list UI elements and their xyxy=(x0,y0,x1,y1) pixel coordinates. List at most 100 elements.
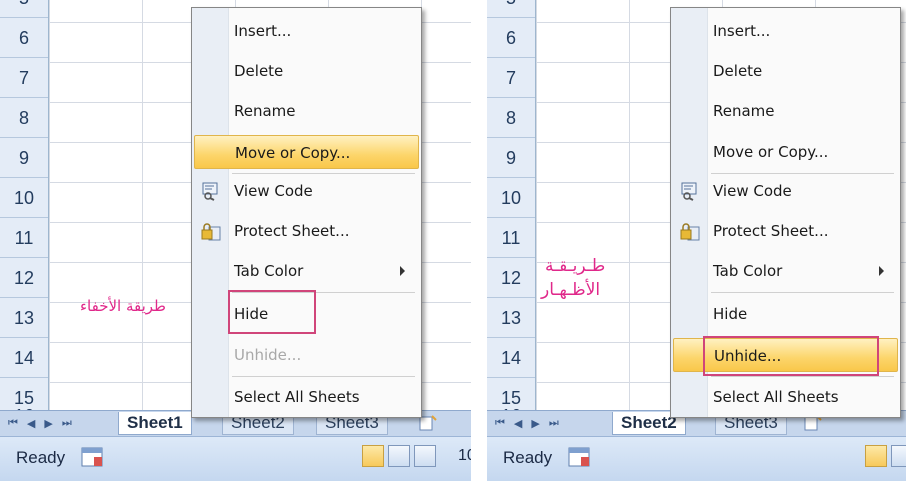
menu-label: Insert... xyxy=(234,22,292,40)
first-sheet-icon[interactable]: ⏮ xyxy=(8,416,18,430)
menu-label: Select All Sheets xyxy=(713,388,839,406)
row-header[interactable]: 10 xyxy=(487,178,535,218)
menu-label: View Code xyxy=(234,182,313,200)
submenu-arrow-icon xyxy=(400,266,405,276)
row-header[interactable]: 11 xyxy=(0,218,48,258)
row-header[interactable]: 13 xyxy=(0,298,48,338)
menu-label: Move or Copy... xyxy=(235,144,351,162)
unhide-method-annotation-line1: طـريـقـة xyxy=(545,256,606,276)
row-header[interactable]: 5 xyxy=(0,0,48,18)
menu-label: Unhide... xyxy=(234,346,302,364)
normal-view-icon[interactable] xyxy=(865,445,887,467)
menu-label: Rename xyxy=(234,102,296,120)
row-header[interactable]: 8 xyxy=(0,98,48,138)
row-header[interactable]: 6 xyxy=(0,18,48,58)
protect-sheet-icon xyxy=(680,223,700,241)
status-ready: Ready xyxy=(16,448,66,467)
last-sheet-icon[interactable]: ⏭ xyxy=(62,416,72,430)
tab-sheet1[interactable]: Sheet1 xyxy=(118,412,192,435)
unhide-highlight-box xyxy=(703,336,879,376)
menu-item-protect-sheet[interactable]: Protect Sheet... xyxy=(673,214,898,248)
row-header[interactable]: 8 xyxy=(487,98,535,138)
menu-label: Rename xyxy=(713,102,775,120)
menu-item-delete[interactable]: Delete xyxy=(194,54,419,88)
menu-label: Tab Color xyxy=(234,262,304,280)
tab-navigation: ⏮ ◀ ▶ ⏭ xyxy=(495,413,559,433)
menu-item-insert[interactable]: Insert... xyxy=(194,14,419,48)
menu-separator xyxy=(711,292,894,293)
menu-label: Move or Copy... xyxy=(713,143,829,161)
next-sheet-icon[interactable]: ▶ xyxy=(531,417,539,430)
menu-label: Insert... xyxy=(713,22,771,40)
menu-separator xyxy=(232,376,415,377)
protect-sheet-icon xyxy=(201,223,221,241)
row-header[interactable]: 7 xyxy=(0,58,48,98)
row-headers: 5 6 7 8 9 10 11 12 13 14 15 16 xyxy=(487,0,536,436)
row-header[interactable]: 6 xyxy=(487,18,535,58)
menu-item-select-all-sheets[interactable]: Select All Sheets xyxy=(194,380,419,414)
menu-item-rename[interactable]: Rename xyxy=(673,94,898,128)
row-header[interactable]: 14 xyxy=(0,338,48,378)
menu-item-move-or-copy[interactable]: Move or Copy... xyxy=(673,135,898,169)
sheet-context-menu: Insert... Delete Rename Move or Copy... … xyxy=(191,7,422,418)
menu-item-unhide: Unhide... xyxy=(194,338,419,372)
macro-record-icon[interactable] xyxy=(80,445,106,471)
menu-label: Tab Color xyxy=(713,262,783,280)
page-layout-view-icon[interactable] xyxy=(891,445,906,467)
normal-view-icon[interactable] xyxy=(362,445,384,467)
submenu-arrow-icon xyxy=(879,266,884,276)
view-code-icon xyxy=(202,182,218,201)
row-header[interactable]: 9 xyxy=(0,138,48,178)
menu-item-view-code[interactable]: View Code xyxy=(194,174,419,208)
unhide-method-annotation-line2: الأظـهـار xyxy=(541,280,601,300)
row-headers: 5 6 7 8 9 10 11 12 13 14 15 16 xyxy=(0,0,49,436)
status-bar: Ready xyxy=(487,436,906,481)
row-header[interactable]: 13 xyxy=(487,298,535,338)
last-sheet-icon[interactable]: ⏭ xyxy=(549,416,559,430)
menu-item-hide[interactable]: Hide xyxy=(673,297,898,331)
menu-item-protect-sheet[interactable]: Protect Sheet... xyxy=(194,214,419,248)
menu-label: Delete xyxy=(234,62,284,80)
menu-item-move-or-copy[interactable]: Move or Copy... xyxy=(194,135,419,169)
status-bar: Ready 10 xyxy=(0,436,471,481)
menu-label: View Code xyxy=(713,182,792,200)
menu-label: Select All Sheets xyxy=(234,388,360,406)
menu-item-select-all-sheets[interactable]: Select All Sheets xyxy=(673,380,898,414)
page-layout-view-icon[interactable] xyxy=(388,445,410,467)
page-break-view-icon[interactable] xyxy=(414,445,436,467)
left-screenshot: 5 6 7 8 9 10 11 12 13 14 15 16 طريقة الأ… xyxy=(0,0,471,481)
menu-item-view-code[interactable]: View Code xyxy=(673,174,898,208)
prev-sheet-icon[interactable]: ◀ xyxy=(27,417,35,430)
view-buttons xyxy=(362,445,436,469)
view-buttons xyxy=(865,445,906,469)
menu-item-rename[interactable]: Rename xyxy=(194,94,419,128)
view-code-icon xyxy=(681,182,697,201)
menu-label: Hide xyxy=(713,305,748,323)
first-sheet-icon[interactable]: ⏮ xyxy=(495,416,505,430)
next-sheet-icon[interactable]: ▶ xyxy=(44,417,52,430)
macro-record-icon[interactable] xyxy=(567,445,593,471)
row-header[interactable]: 12 xyxy=(487,258,535,298)
menu-label: Protect Sheet... xyxy=(713,222,829,240)
row-header[interactable]: 7 xyxy=(487,58,535,98)
hide-method-annotation: طريقة الأخفاء xyxy=(80,297,166,315)
menu-separator xyxy=(711,376,894,377)
menu-item-delete[interactable]: Delete xyxy=(673,54,898,88)
status-ready: Ready xyxy=(503,448,553,467)
row-header[interactable]: 11 xyxy=(487,218,535,258)
row-header[interactable]: 14 xyxy=(487,338,535,378)
panel-divider xyxy=(471,0,487,481)
row-header[interactable]: 9 xyxy=(487,138,535,178)
row-header[interactable]: 10 xyxy=(0,178,48,218)
menu-label: Delete xyxy=(713,62,763,80)
right-screenshot: 5 6 7 8 9 10 11 12 13 14 15 16 طـريـقـة … xyxy=(487,0,906,481)
row-header[interactable]: 5 xyxy=(487,0,535,18)
menu-label: Protect Sheet... xyxy=(234,222,350,240)
zoom-level[interactable]: 10 xyxy=(458,447,471,465)
menu-item-tab-color[interactable]: Tab Color xyxy=(194,254,419,288)
tab-navigation: ⏮ ◀ ▶ ⏭ xyxy=(8,413,72,433)
menu-item-tab-color[interactable]: Tab Color xyxy=(673,254,898,288)
row-header[interactable]: 12 xyxy=(0,258,48,298)
prev-sheet-icon[interactable]: ◀ xyxy=(514,417,522,430)
menu-item-insert[interactable]: Insert... xyxy=(673,14,898,48)
